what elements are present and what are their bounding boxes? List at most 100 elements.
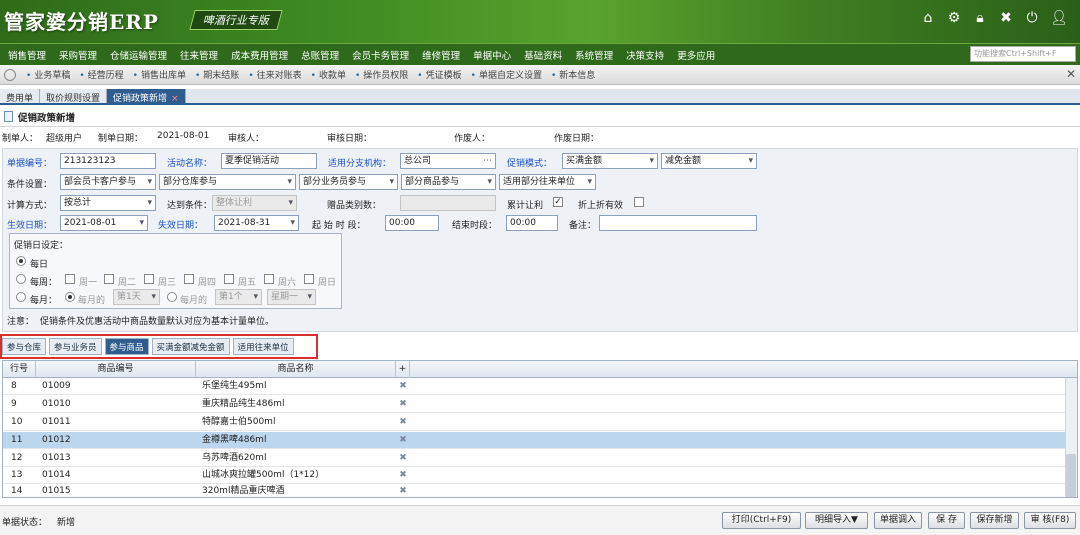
shortcut-history[interactable]: 经营历程 — [79, 68, 124, 81]
cond-select-partner[interactable]: 适用部分往来单位 — [499, 174, 596, 190]
table-row[interactable]: 9 01010 重庆精品纯生486ml ✖ — [3, 396, 1067, 413]
home-circle-icon[interactable] — [4, 68, 16, 81]
table-row-selected[interactable]: 11 01012 金樽黑啤486ml ✖ — [3, 432, 1067, 449]
table-row[interactable]: 13 01014 山城冰爽拉罐500ml（1*12） ✖ — [3, 467, 1067, 484]
scrollbar-thumb[interactable] — [1066, 454, 1076, 497]
user-icon[interactable]: 👤︎ — [1050, 10, 1068, 26]
menu-item-member[interactable]: 会员卡务管理 — [352, 48, 409, 62]
save-button[interactable]: 保 存 — [928, 512, 965, 529]
col-header-code[interactable]: 商品编号 — [36, 361, 196, 378]
exp-date-input[interactable]: 2021-08-31 — [214, 215, 299, 231]
shortcut-version[interactable]: 新本信息 — [551, 68, 595, 81]
cumulative-checkbox[interactable]: ✓ — [553, 197, 563, 207]
shortcut-reconcile[interactable]: 往来对账表 — [248, 68, 302, 81]
mode-select-1[interactable]: 买满金额 — [562, 153, 658, 169]
table-row[interactable]: 10 01011 特醇嘉士伯500ml ✖ — [3, 414, 1067, 431]
eff-date-input[interactable]: 2021-08-01 — [60, 215, 148, 231]
weekday-checkbox-sat[interactable] — [264, 274, 274, 284]
lock-icon[interactable]: 🔒︎ — [972, 10, 988, 26]
menu-item-decision[interactable]: 决策支持 — [626, 48, 664, 62]
activity-input[interactable]: 夏季促销活动 — [221, 153, 317, 169]
cond-select-salesman[interactable]: 部分业务员参与 — [299, 174, 398, 190]
detail-import-button[interactable]: 明细导入▼ — [805, 512, 868, 529]
tab-pricing-rules[interactable]: 取价规则设置 — [40, 89, 108, 104]
shortcut-permissions[interactable]: 操作员权限 — [355, 68, 408, 81]
shortcut-drafts[interactable]: 业务草稿 — [26, 68, 70, 81]
menu-item-purchase[interactable]: 采购管理 — [59, 48, 97, 62]
reach-select[interactable]: 整体让利 — [212, 195, 297, 211]
settings-icon[interactable]: ⚙ — [946, 10, 962, 26]
weekday-checkbox-mon[interactable] — [65, 274, 75, 284]
delete-row-icon[interactable]: ✖ — [396, 483, 410, 497]
col-header-add[interactable]: + — [396, 361, 410, 378]
status-bar: 单据状态： 新增 打印(Ctrl+F9) 明细导入▼ 单据调入 保 存 保存新增… — [0, 505, 1080, 535]
menu-item-cost[interactable]: 成本费用管理 — [231, 48, 288, 62]
home-icon[interactable]: ⌂ — [920, 10, 936, 26]
shortcut-sales-out[interactable]: 销售出库单 — [133, 68, 186, 81]
weekday-checkbox-fri[interactable] — [224, 274, 234, 284]
start-time-input[interactable]: 00:00 — [385, 215, 439, 231]
cond-select-warehouse[interactable]: 部分仓库参与 — [159, 174, 296, 190]
save-new-button[interactable]: 保存新增 — [970, 512, 1019, 529]
monthly-day-select[interactable]: 第1天 — [113, 289, 160, 305]
delete-row-icon[interactable]: ✖ — [396, 396, 410, 413]
end-time-input[interactable]: 00:00 — [506, 215, 558, 231]
bill-import-button[interactable]: 单据调入 — [874, 512, 922, 529]
close-x-icon[interactable]: ✕ — [1066, 67, 1076, 81]
table-row[interactable]: 14 01015 320ml精品重庆啤酒 ✖ — [3, 483, 1067, 497]
radio-daily[interactable] — [16, 256, 26, 266]
menu-item-repair[interactable]: 维修管理 — [422, 48, 460, 62]
gift-input[interactable] — [400, 195, 496, 211]
cell-code: 01010 — [42, 399, 71, 409]
tab-promo-new[interactable]: 促销政策新增 × — [107, 89, 186, 104]
tab-expense[interactable]: 费用单 — [0, 89, 41, 104]
menu-item-ledger[interactable]: 总账管理 — [301, 48, 339, 62]
grid-scrollbar[interactable] — [1065, 378, 1077, 497]
delete-row-icon[interactable]: ✖ — [396, 414, 410, 431]
weekday-checkbox-wed[interactable] — [144, 274, 154, 284]
menu-item-bills[interactable]: 单据中心 — [473, 48, 511, 62]
monthly-week-select[interactable]: 第1个 — [215, 289, 262, 305]
audit-button[interactable]: 审 核(F8) — [1024, 512, 1076, 529]
shortcut-bill-custom[interactable]: 单据自定义设置 — [471, 68, 542, 81]
bill-no-input[interactable]: 213123123 — [60, 153, 156, 169]
print-button[interactable]: 打印(Ctrl+F9) — [722, 512, 801, 529]
cond-select-product[interactable]: 部分商品参与 — [401, 174, 496, 190]
mode-select-2[interactable]: 减免金额 — [661, 153, 757, 169]
menu-item-more[interactable]: 更多应用 — [677, 48, 715, 62]
radio-weekly[interactable] — [16, 274, 26, 284]
col-header-row[interactable]: 行号 — [3, 361, 36, 378]
cell-row-no: 11 — [11, 435, 23, 445]
delete-row-icon[interactable]: ✖ — [396, 467, 410, 484]
power-icon[interactable]: ⏻ — [1024, 10, 1040, 26]
branch-input[interactable]: 总公司 — [400, 153, 496, 169]
delete-row-icon[interactable]: ✖ — [396, 378, 410, 395]
col-header-name[interactable]: 商品名称 — [196, 361, 396, 378]
remark-input[interactable] — [599, 215, 757, 231]
radio-monthly[interactable] — [16, 292, 26, 302]
weekday-checkbox-tue[interactable] — [104, 274, 114, 284]
menu-item-accounts[interactable]: 往来管理 — [180, 48, 218, 62]
shortcut-voucher-template[interactable]: 凭证模板 — [417, 68, 462, 81]
weekday-checkbox-thu[interactable] — [184, 274, 194, 284]
delete-row-icon[interactable]: ✖ — [396, 450, 410, 467]
table-row[interactable]: 8 01009 乐堡纯生495ml ✖ — [3, 378, 1067, 395]
monthly-weekday-select[interactable]: 星期一 — [267, 289, 316, 305]
function-search-input[interactable]: 功能搜索Ctrl+Shift+F — [970, 46, 1076, 62]
menu-item-sales[interactable]: 销售管理 — [8, 48, 46, 62]
table-row[interactable]: 12 01013 乌苏啤酒620ml ✖ — [3, 450, 1067, 467]
menu-item-warehouse[interactable]: 仓储运输管理 — [110, 48, 167, 62]
cond-select-member[interactable]: 部会员卡客户参与 — [60, 174, 156, 190]
delete-row-icon[interactable]: ✖ — [396, 432, 410, 449]
shortcut-receipt[interactable]: 收款单 — [311, 68, 346, 81]
weekday-checkbox-sun[interactable] — [304, 274, 314, 284]
radio-monthly-day[interactable] — [65, 292, 75, 302]
menu-item-system[interactable]: 系统管理 — [575, 48, 613, 62]
close-icon[interactable]: ✖ — [998, 10, 1014, 26]
shortcut-period-close[interactable]: 期末结账 — [195, 68, 239, 81]
menu-item-basic[interactable]: 基础资料 — [524, 48, 562, 62]
radio-monthly-week[interactable] — [167, 292, 177, 302]
discount-checkbox[interactable] — [634, 197, 644, 207]
calc-select[interactable]: 按总计 — [60, 195, 156, 211]
tab-close-icon[interactable]: × — [171, 94, 179, 104]
